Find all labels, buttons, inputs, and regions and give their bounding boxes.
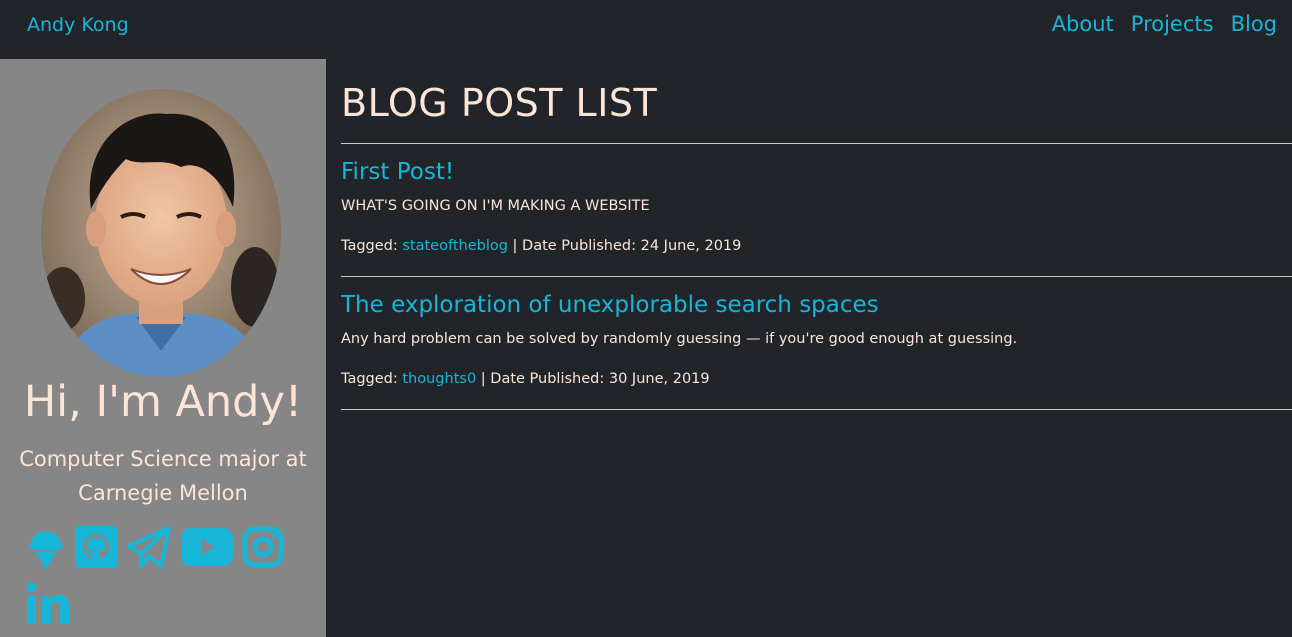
sidebar: Hi, I'm Andy! Computer Science major at … [0, 59, 326, 637]
brand-link[interactable]: Andy Kong [27, 14, 129, 36]
tagged-label: Tagged: [341, 238, 398, 254]
nav-projects-link[interactable]: Projects [1131, 12, 1214, 36]
page-title: BLOG POST LIST [341, 81, 658, 125]
divider [341, 276, 1292, 277]
post-date: 24 June, 2019 [640, 238, 742, 254]
post-date: 30 June, 2019 [608, 371, 710, 387]
tag-link[interactable]: stateoftheblog [402, 238, 508, 254]
divider [341, 143, 1292, 144]
post-title-link[interactable]: The exploration of unexplorable search s… [341, 292, 879, 318]
avatar-photo [41, 89, 281, 377]
post-excerpt: Any hard problem can be solved by random… [341, 331, 1018, 347]
post-meta: Tagged: stateoftheblog | Date Published:… [341, 238, 741, 254]
youtube-icon[interactable] [181, 528, 233, 570]
avatar [41, 89, 281, 377]
divider [341, 409, 1292, 410]
tagged-label: Tagged: [341, 371, 398, 387]
date-label: | Date Published: [512, 238, 637, 254]
linkedin-icon[interactable] [26, 582, 70, 628]
github-icon[interactable] [75, 526, 117, 572]
nav-links: About Projects Blog [1052, 12, 1277, 36]
nav-about-link[interactable]: About [1052, 12, 1114, 36]
navbar: Andy Kong About Projects Blog [0, 0, 1292, 59]
ice-cream-icon[interactable] [26, 524, 66, 576]
instagram-icon[interactable] [242, 526, 284, 572]
date-label: | Date Published: [480, 371, 605, 387]
tag-link[interactable]: thoughts0 [402, 371, 476, 387]
post-title-link[interactable]: First Post! [341, 159, 454, 185]
greeting: Hi, I'm Andy! [23, 377, 303, 427]
post-meta: Tagged: thoughts0 | Date Published: 30 J… [341, 371, 710, 387]
telegram-icon[interactable] [125, 524, 173, 576]
nav-blog-link[interactable]: Blog [1231, 12, 1277, 36]
tagline: Computer Science major at Carnegie Mello… [19, 447, 307, 505]
post-excerpt: WHAT'S GOING ON I'M MAKING A WEBSITE [341, 198, 650, 214]
